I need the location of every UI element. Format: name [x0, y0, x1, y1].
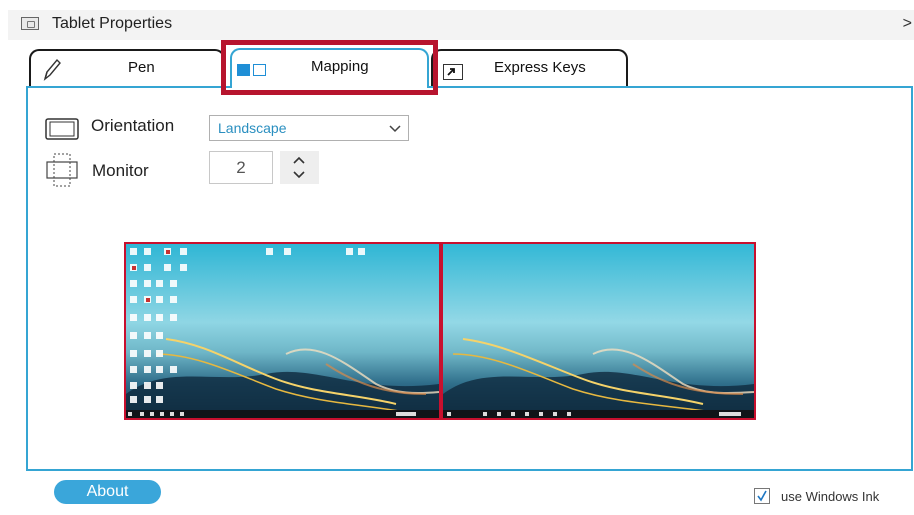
pen-icon [43, 58, 61, 81]
title-bar: Tablet Properties > [8, 10, 914, 40]
chevron-down-icon [389, 125, 401, 133]
chevron-down-icon[interactable] [293, 171, 305, 179]
monitor-icon [46, 153, 78, 187]
monitor-number-input[interactable]: 2 [209, 151, 273, 184]
tab-pen[interactable]: Pen [29, 49, 225, 86]
checkmark-icon [757, 490, 767, 502]
orientation-icon [45, 118, 79, 140]
chevron-up-icon[interactable] [293, 156, 305, 164]
about-button[interactable]: About [54, 480, 161, 504]
orientation-value: Landscape [218, 120, 287, 136]
desktop-wallpaper-1 [126, 244, 439, 418]
windows-ink-label: use Windows Ink [781, 489, 880, 504]
close-chevron-icon[interactable]: > [903, 15, 912, 33]
desktop-wallpaper-2 [443, 244, 754, 418]
tablet-icon [21, 17, 39, 30]
windows-ink-checkbox[interactable] [754, 488, 770, 504]
window-title: Tablet Properties [52, 15, 173, 32]
express-keys-icon [443, 64, 463, 80]
monitor-label: Monitor [92, 161, 149, 180]
tab-express-keys-label: Express Keys [494, 59, 586, 76]
orientation-label: Orientation [91, 116, 175, 135]
tab-express-keys[interactable]: Express Keys [431, 49, 628, 86]
monitor-2-preview[interactable] [441, 242, 756, 420]
tab-pen-label: Pen [128, 59, 155, 76]
monitor-1-preview[interactable] [124, 242, 441, 420]
orientation-select[interactable]: Landscape [209, 115, 409, 141]
monitor-stepper[interactable] [280, 151, 319, 184]
mapping-tab-highlight [221, 40, 438, 95]
